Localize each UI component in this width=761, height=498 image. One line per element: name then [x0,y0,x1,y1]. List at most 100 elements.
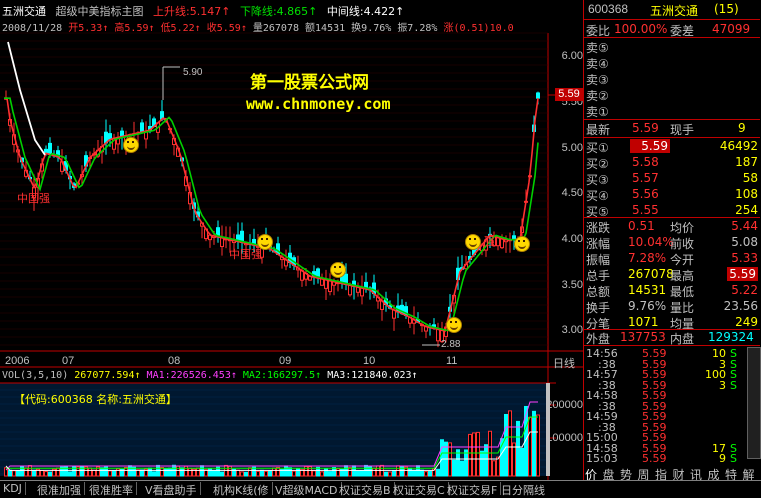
volume-bar [472,432,476,477]
volume-bar [452,459,456,477]
quote-stock-name: 五洲交通 [650,4,699,18]
stat-label: 均价 [670,221,695,235]
volume-bar [244,471,248,477]
stat-label: 涨跌 [586,221,611,235]
volume-bar [312,470,316,477]
volume-bar [264,470,268,477]
stat-value: 5.33 [731,251,758,265]
stat-row: 涨幅 10.04% 前收 5.08 [584,235,760,251]
volume-bar [320,471,324,477]
volume-bar [476,431,480,477]
indicator-tab[interactable]: 机构K线(修 [210,482,273,497]
volume-bar [8,469,12,477]
stat-label: 总手 [586,269,611,283]
stat-label: 总额 [586,285,611,299]
tick-row: 14:56 5.59 10 S [584,347,760,360]
quote-title: 600368 五洲交通 (15) [584,2,760,18]
weibi-row: 委比 100.00% 委差 47099 [586,22,751,38]
stat-row: 振幅 7.28% 今开 5.33 [584,251,760,267]
stat-value: 5.22 [731,283,758,297]
volume-bar [276,466,280,477]
stat-value: 10.04% [628,235,674,249]
stat-value: 5.08 [731,235,758,249]
volume-bar [44,471,48,477]
volume-bar [440,439,444,477]
stat-value: 7.28% [628,251,667,265]
volume-bar [488,430,492,477]
volume-bar [460,460,464,477]
indicator-tab[interactable]: 权证交易C [390,482,449,497]
tick-row: :38 5.59 3 S [584,358,760,371]
stat-value: 23.56 [723,299,758,313]
stat-label: 今开 [670,253,695,267]
last-price-row: 最新 5.59 现手 9 [586,121,746,137]
volume-chart[interactable] [0,0,583,480]
volume-bar [92,469,96,477]
volume-bar [292,470,296,477]
volume-bar [100,467,104,477]
stock-code: 600368 [588,2,629,16]
tick-row: 15:00 5.59 [584,431,760,444]
volume-bar [356,470,360,477]
bid-row[interactable]: 买③ 5.57 58 [584,171,760,187]
bid-row[interactable]: 买⑤ 5.55 254 [584,203,760,219]
indicator-tab[interactable]: KDJ [0,482,26,495]
volume-bar [160,467,164,477]
indicator-tab[interactable]: 日分隔线 [498,482,548,497]
stat-value: 14531 [628,283,667,297]
volume-bar [512,442,516,477]
bid-row[interactable]: 买④ 5.56 108 [584,187,760,203]
volume-bar [220,471,224,477]
indicator-tab[interactable]: 很准加强 [34,482,85,497]
volume-bar [420,469,424,477]
indicator-tab[interactable]: V超级MACD [272,482,342,497]
volume-bar [428,471,432,477]
volume-bar [116,468,120,477]
tick-cell: S [730,452,737,465]
volume-bar [456,449,460,477]
chart-area[interactable]: 五洲交通 超级中美指标主图 上升线:5.147↑ 下降线:4.865↑ 中间线:… [0,0,583,495]
quote-panel: 600368 五洲交通 (15) 委比 100.00% 委差 47099 卖⑤ … [583,0,761,495]
indicator-tab[interactable]: 很准胜率 [86,482,137,497]
volume-bar [240,471,244,477]
weicha-value: 47099 [712,22,751,36]
ask-row[interactable]: 卖① [584,103,760,119]
stat-value: 5.59 [727,267,758,281]
volume-bar [212,469,216,477]
volume-bar [152,471,156,477]
volume-bar [492,460,496,477]
volume-bar [508,410,512,477]
volume-bar [384,471,388,477]
volume-bar [260,469,264,477]
tick-cell: 15:03 [586,452,618,465]
stat-label: 换手 [586,301,611,315]
ask-row[interactable]: 卖② [584,87,760,103]
indicator-tab[interactable]: 权证交易B [336,482,395,497]
stat-row: 总手 267078 最高 5.59 [584,267,760,283]
volume-bar [336,468,340,477]
ask-row[interactable]: 卖③ [584,71,760,87]
indicator-tab[interactable]: V看盘助手 [142,482,201,497]
ask-row[interactable]: 卖④ [584,55,760,71]
tick-cell: 5.59 [642,452,667,465]
indicator-tab[interactable]: 权证交易F [444,482,502,497]
stat-value: 5.44 [731,219,758,233]
volume-bar [236,469,240,477]
stat-value: 249 [735,315,758,329]
volume-bar [520,447,524,477]
bid-row[interactable]: 买② 5.58 187 [584,155,760,171]
tick-scrollbar[interactable] [747,347,761,459]
tick-row: :38 5.59 [584,421,760,434]
volume-bar [424,471,428,477]
volume-bar [272,467,276,477]
indicator-tab-bar: KDJ 很准加强 很准胜率 V看盘助手 机构K线(修 V超级MACD 权证交易B 权证交易C 权… [0,480,761,497]
volume-bar [256,470,260,477]
volume-bar [148,467,152,477]
ask-row[interactable]: 卖⑤ [584,39,760,55]
volume-bar [32,469,36,477]
bid-row[interactable]: 买① 5.59 46492 [584,139,760,155]
volume-bar [528,416,532,477]
outer-volume: 137753 [620,330,666,344]
volume-bar [196,467,200,477]
stat-label: 前收 [670,237,695,251]
